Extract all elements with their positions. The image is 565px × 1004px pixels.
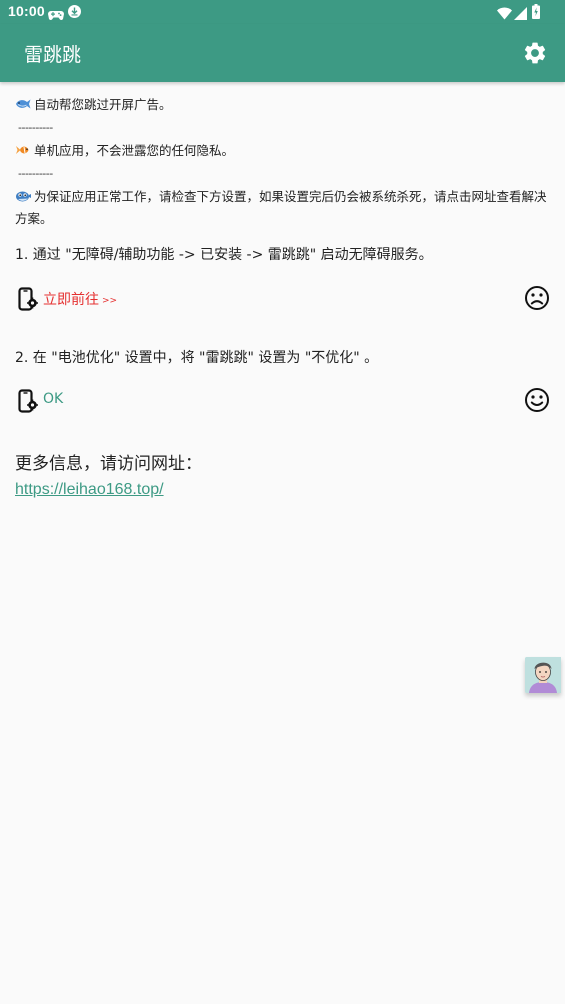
pufferfish-icon — [15, 187, 31, 202]
download-icon — [68, 5, 81, 18]
step-2-title: 2. 在 "电池优化" 设置中，将 "雷跳跳" 设置为 "不优化" 。 — [15, 350, 379, 366]
gamepad-icon — [48, 6, 64, 25]
settings-button[interactable] — [522, 40, 548, 66]
main-content: 自动帮您跳过开屏广告。 ---------- 单机应用，不会泄露您的任何隐私。 … — [15, 94, 555, 498]
step-1-row: 立即前往 >> — [15, 284, 550, 312]
cartoon-man-avatar[interactable] — [525, 657, 561, 693]
note-text: 单机应用，不会泄露您的任何隐私。 — [34, 143, 235, 158]
floating-avatar-button[interactable] — [525, 657, 561, 693]
website-link[interactable]: https://leihao168.top/ — [15, 481, 164, 499]
step-2-row: OK — [15, 386, 550, 414]
smiley-face-icon — [524, 387, 550, 417]
wifi-icon — [497, 5, 512, 24]
gear-icon[interactable] — [522, 40, 548, 66]
more-info-label: 更多信息，请访问网址： — [15, 454, 202, 474]
go-now-link[interactable]: 立即前往 >> — [43, 289, 117, 309]
status-time: 10:00 — [8, 3, 45, 19]
note-ad-skip: 自动帮您跳过开屏广告。 — [15, 94, 555, 116]
phone-settings-icon — [18, 287, 38, 315]
ok-status: OK — [43, 391, 64, 407]
separator: ---------- — [18, 121, 53, 134]
battery-icon — [532, 4, 540, 23]
fish-icon — [15, 95, 31, 109]
step-1-title: 1. 通过 "无障碍/辅助功能 -> 已安装 -> 雷跳跳" 启动无障碍服务。 — [15, 247, 433, 263]
go-now-arrows[interactable]: >> — [102, 296, 117, 306]
note-text: 自动帮您跳过开屏广告。 — [34, 97, 172, 112]
go-now-label[interactable]: 立即前往 — [43, 292, 99, 308]
app-title: 雷跳跳 — [24, 44, 82, 66]
app-bar: 雷跳跳 — [0, 24, 565, 82]
note-privacy: 单机应用，不会泄露您的任何隐私。 — [15, 140, 555, 162]
separator: ---------- — [18, 167, 53, 180]
note-settings-hint: 为保证应用正常工作，请检查下方设置，如果设置完后仍会被系统杀死，请点击网址查看解… — [15, 186, 555, 230]
signal-icon — [514, 5, 527, 24]
phone-settings-icon — [18, 389, 38, 417]
goldfish-icon — [15, 141, 31, 154]
status-bar: 10:00 — [0, 0, 565, 24]
sad-face-icon — [524, 285, 550, 315]
note-text: 为保证应用正常工作，请检查下方设置，如果设置完后仍会被系统杀死，请点击网址查看解… — [15, 189, 547, 226]
